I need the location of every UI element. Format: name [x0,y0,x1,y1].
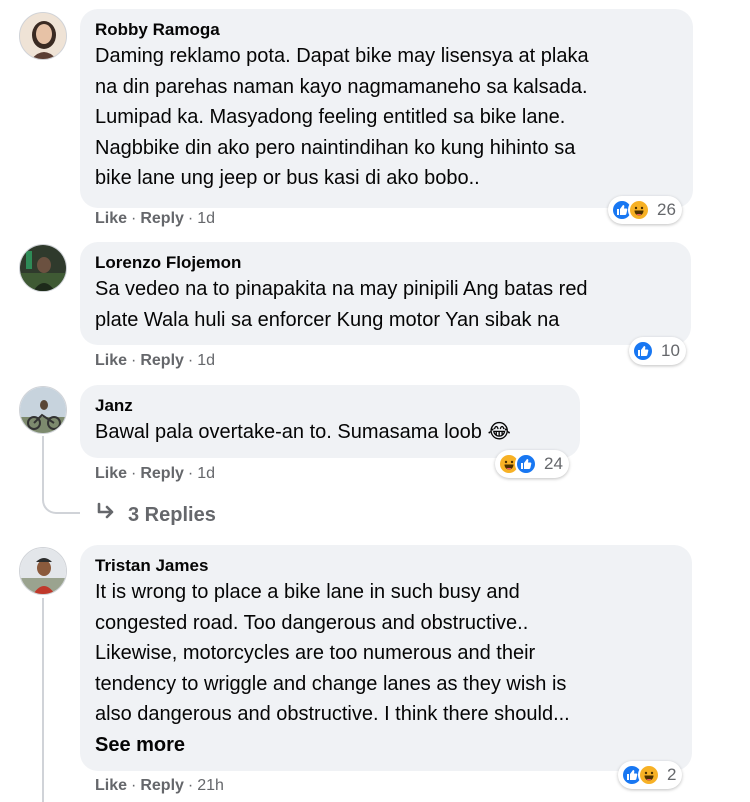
separator: · [131,352,137,369]
comment-text: Bawal pala overtake-an to. Sumasama loob… [95,417,564,448]
thread-line [42,598,44,802]
reply-button[interactable]: Reply [140,465,184,483]
separator: · [187,777,194,794]
separator: · [187,465,194,482]
separator: · [187,352,194,369]
comment-text: It is wrong to place a bike lane in such… [95,581,570,725]
separator: · [131,777,137,794]
author-name[interactable]: Janz [95,395,564,417]
haha-icon [638,764,660,786]
see-more-link[interactable]: See more [95,730,676,760]
comment-bubble: Tristan James It is wrong to place a bik… [80,545,692,771]
reply-button[interactable]: Reply [140,777,184,795]
comment-actions: Like · Reply · 1d [95,465,215,483]
separator: · [187,210,194,227]
reaction-count: 2 [667,765,677,784]
thread-line [42,436,44,492]
reaction-summary[interactable]: 24 [495,450,569,478]
comment-text-body: Bawal pala overtake-an to. Sumasama loob [95,421,482,443]
like-button[interactable]: Like [95,465,127,483]
reaction-summary[interactable]: 26 [608,196,682,224]
comment-actions: Like · Reply · 21h [95,777,224,795]
thread-curve [42,490,80,514]
separator: · [131,465,137,482]
haha-icon [628,199,650,221]
reply-button[interactable]: Reply [140,352,184,370]
comment-actions: Like · Reply · 1d [95,210,215,228]
timestamp[interactable]: 1d [197,210,215,228]
reaction-count: 26 [657,200,676,219]
like-button[interactable]: Like [95,352,127,370]
comment-actions: Like · Reply · 1d [95,352,215,370]
comment-text: Sa vedeo na to pinapakita na may pinipil… [95,278,588,331]
reaction-summary[interactable]: 2 [618,761,683,789]
like-button[interactable]: Like [95,777,127,795]
timestamp[interactable]: 1d [197,465,215,483]
avatar[interactable] [19,244,67,292]
timestamp[interactable]: 21h [197,777,224,795]
avatar[interactable] [19,547,67,595]
reply-arrow-icon [96,502,118,528]
like-button[interactable]: Like [95,210,127,228]
like-icon [632,340,654,362]
author-name[interactable]: Tristan James [95,555,676,577]
timestamp[interactable]: 1d [197,352,215,370]
avatar[interactable] [19,12,67,60]
reaction-summary[interactable]: 10 [629,337,686,365]
replies-count-label[interactable]: 3 Replies [128,504,216,527]
comment-bubble: Janz Bawal pala overtake-an to. Sumasama… [80,385,580,458]
avatar[interactable] [19,386,67,434]
separator: · [131,210,137,227]
like-icon [515,453,537,475]
comment-bubble: Lorenzo Flojemon Sa vedeo na to pinapaki… [80,242,691,345]
reaction-count: 24 [544,454,563,473]
reaction-count: 10 [661,341,680,360]
emoji-laughing: 😂 [487,421,511,443]
author-name[interactable]: Robby Ramoga [95,19,677,41]
reply-button[interactable]: Reply [140,210,184,228]
author-name[interactable]: Lorenzo Flojemon [95,252,675,274]
comment-bubble: Robby Ramoga Daming reklamo pota. Dapat … [80,9,693,208]
view-replies-button[interactable]: 3 Replies [96,502,216,528]
comment-text: Daming reklamo pota. Dapat bike may lise… [95,45,589,189]
